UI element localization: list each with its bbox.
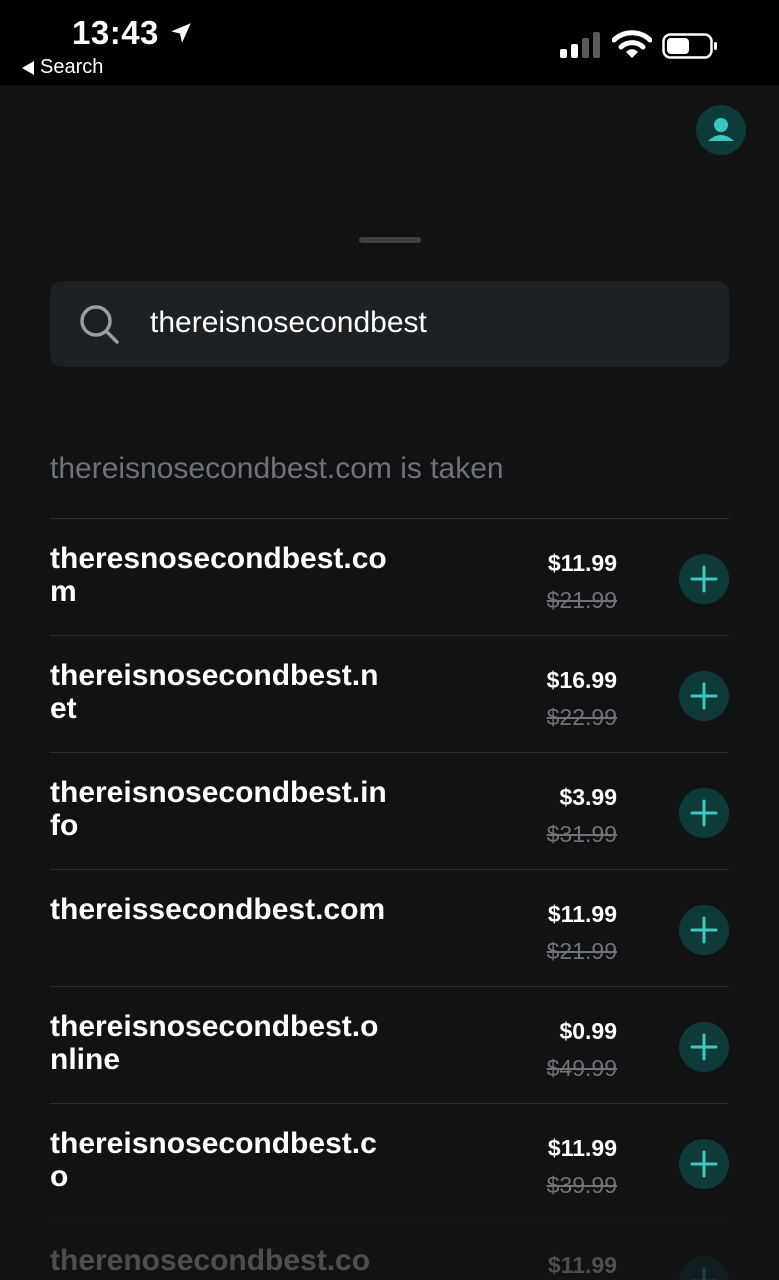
back-triangle-icon bbox=[22, 60, 34, 75]
result-old-price: $21.99 bbox=[546, 938, 617, 964]
result-row[interactable]: theresnosecondbest.com $11.99 $21.99 bbox=[50, 518, 729, 635]
result-row[interactable]: therenosecondbest.com $11.99 bbox=[50, 1220, 729, 1280]
add-to-cart-button[interactable] bbox=[679, 1256, 729, 1280]
status-time: 13:43 bbox=[72, 14, 159, 51]
result-price: $16.99 bbox=[546, 667, 617, 693]
battery-icon bbox=[662, 33, 717, 59]
result-domain: thereisnosecondbest.co bbox=[50, 1127, 377, 1193]
result-domain: therenosecondbest.com bbox=[50, 1244, 371, 1280]
search-input[interactable] bbox=[150, 300, 710, 346]
result-row[interactable]: thereisnosecondbest.net $16.99 $22.99 bbox=[50, 635, 729, 752]
plus-icon bbox=[690, 1150, 718, 1178]
plus-icon bbox=[690, 799, 718, 827]
cellular-signal-icon bbox=[560, 32, 600, 58]
result-old-price: $21.99 bbox=[546, 587, 617, 613]
back-to-search-link[interactable]: Search bbox=[22, 56, 103, 79]
result-row[interactable]: thereissecondbest.com $11.99 $21.99 bbox=[50, 869, 729, 986]
add-to-cart-button[interactable] bbox=[679, 554, 729, 604]
add-to-cart-button[interactable] bbox=[679, 905, 729, 955]
domain-taken-message: thereisnosecondbest.com is taken bbox=[50, 452, 504, 485]
result-price: $11.99 bbox=[547, 1135, 617, 1161]
result-price: $3.99 bbox=[559, 784, 617, 810]
result-old-price: $39.99 bbox=[546, 1172, 617, 1198]
status-bar: 13:43 Search bbox=[0, 0, 779, 85]
plus-icon bbox=[690, 916, 718, 944]
sheet-grabber[interactable] bbox=[359, 237, 421, 243]
result-price: $0.99 bbox=[559, 1018, 617, 1044]
result-old-price: $49.99 bbox=[546, 1055, 617, 1081]
search-icon bbox=[80, 305, 119, 344]
result-old-price: $22.99 bbox=[546, 704, 617, 730]
result-row[interactable]: thereisnosecondbest.online $0.99 $49.99 bbox=[50, 986, 729, 1103]
person-icon bbox=[708, 118, 734, 141]
result-domain: thereisnosecondbest.net bbox=[50, 659, 379, 725]
add-to-cart-button[interactable] bbox=[679, 671, 729, 721]
results-list: theresnosecondbest.com $11.99 $21.99 the… bbox=[50, 518, 729, 1280]
add-to-cart-button[interactable] bbox=[679, 1022, 729, 1072]
result-domain: thereissecondbest.com bbox=[50, 893, 386, 926]
result-price: $11.99 bbox=[547, 901, 617, 927]
plus-icon bbox=[690, 682, 718, 710]
result-domain: theresnosecondbest.com bbox=[50, 542, 387, 608]
plus-icon bbox=[690, 1267, 718, 1280]
plus-icon bbox=[690, 565, 718, 593]
add-to-cart-button[interactable] bbox=[679, 1139, 729, 1189]
result-domain: thereisnosecondbest.info bbox=[50, 776, 387, 842]
location-arrow-icon bbox=[171, 23, 191, 43]
result-price: $11.99 bbox=[547, 550, 617, 576]
plus-icon bbox=[690, 1033, 718, 1061]
domain-search-screen: 13:43 Search thereisnosecondbest thereis… bbox=[0, 0, 779, 1280]
result-row[interactable]: thereisnosecondbest.co $11.99 $39.99 bbox=[50, 1103, 729, 1220]
wifi-icon bbox=[612, 30, 652, 58]
result-price: $11.99 bbox=[547, 1252, 617, 1278]
result-row[interactable]: thereisnosecondbest.info $3.99 $31.99 bbox=[50, 752, 729, 869]
add-to-cart-button[interactable] bbox=[679, 788, 729, 838]
result-domain: thereisnosecondbest.online bbox=[50, 1010, 379, 1076]
back-label: Search bbox=[40, 56, 104, 78]
account-avatar-button[interactable] bbox=[696, 105, 746, 155]
result-old-price: $31.99 bbox=[546, 821, 617, 847]
